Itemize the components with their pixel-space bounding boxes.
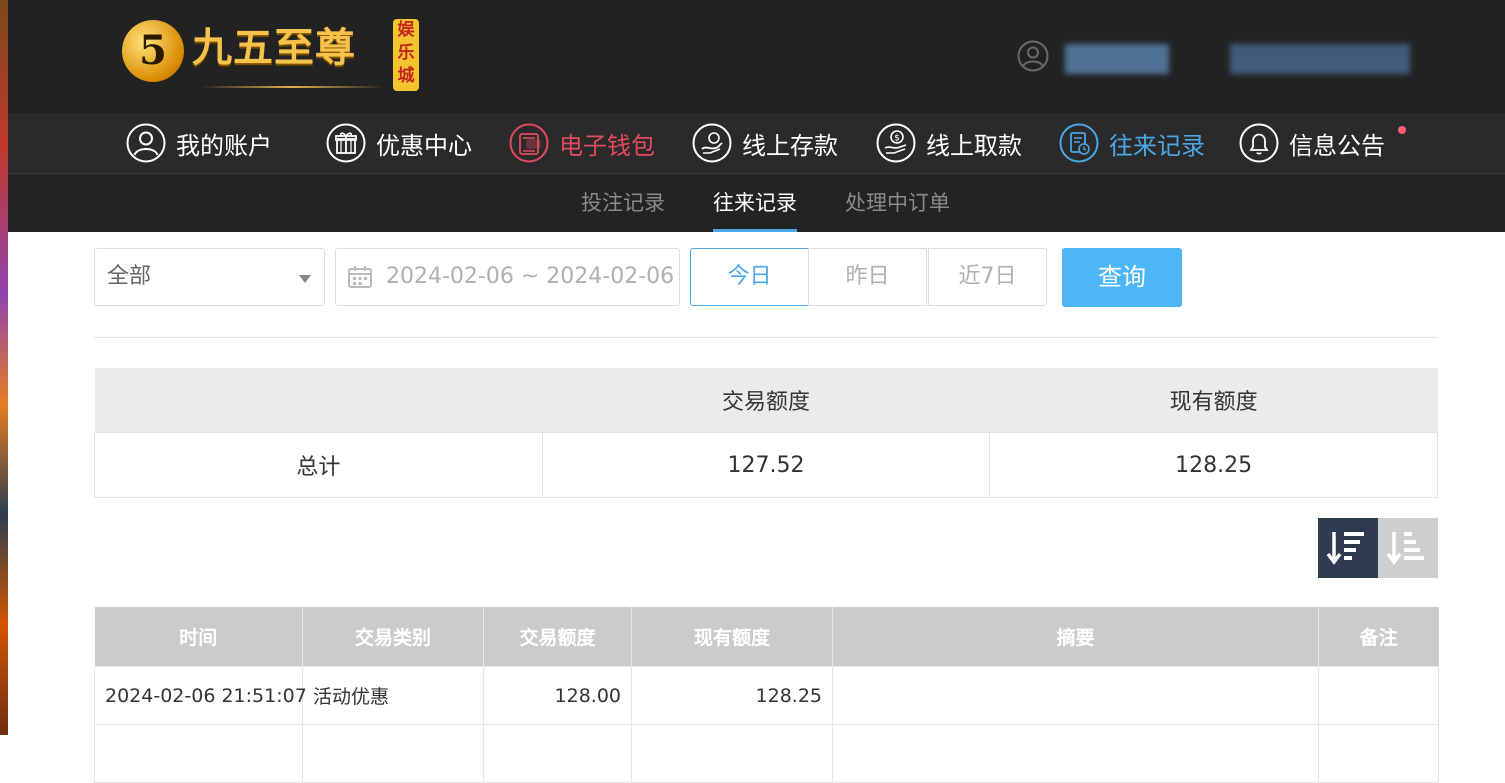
col-summary: 摘要 [832, 607, 1319, 667]
cell-time: 2024-02-06 21:51:07 [94, 666, 307, 725]
cell-empty [94, 724, 303, 783]
divider [94, 337, 1438, 338]
range-today-button[interactable]: 今日 [690, 248, 809, 306]
sort-descending-button[interactable] [1318, 518, 1378, 578]
withdraw-icon: $ [876, 123, 916, 163]
page: 5 九五至尊 娱乐城 我的账户 优惠中心 电子钱包 线上存款 $ 线上取款 往来… [8, 0, 1505, 783]
records-header-row: 时间 交易类别 交易额度 现有额度 摘要 备注 [94, 607, 1439, 667]
main-nav: 我的账户 优惠中心 电子钱包 线上存款 $ 线上取款 往来记录 信息公告 [8, 113, 1505, 174]
wallet-icon [509, 123, 549, 163]
cell-empty [631, 724, 833, 783]
cell-balance: 128.25 [631, 666, 833, 725]
summary-header-balance: 现有额度 [989, 368, 1438, 433]
sub-nav: 投注记录 往来记录 处理中订单 [8, 174, 1505, 232]
chevron-down-icon [299, 275, 311, 283]
nav-online-deposit[interactable]: 线上存款 [692, 121, 838, 165]
sort-toggle [1318, 518, 1438, 578]
cell-empty [1318, 724, 1439, 783]
sort-ascending-icon [1386, 532, 1424, 565]
nav-label: 电子钱包 [559, 131, 655, 160]
range-yesterday-button[interactable]: 昨日 [808, 248, 927, 306]
select-value: 全部 [107, 264, 152, 289]
transaction-type-select[interactable]: 全部 [94, 248, 325, 306]
gift-icon [326, 123, 366, 163]
summary-total-label: 总计 [94, 432, 543, 498]
summary-table: 交易额度 现有额度 总计 127.52 128.25 [94, 368, 1438, 498]
sort-descending-icon [1326, 532, 1364, 565]
notification-dot [1398, 126, 1406, 134]
nav-e-wallet[interactable]: 电子钱包 [509, 121, 655, 165]
logo-badge: 娱乐城 [393, 19, 419, 91]
table-row [94, 724, 1439, 783]
cell-type: 活动优惠 [302, 666, 484, 725]
summary-header-row: 交易额度 现有额度 [94, 368, 1438, 433]
user-icon [126, 123, 166, 163]
tab-pending-orders[interactable]: 处理中订单 [845, 174, 950, 232]
nav-transaction-records[interactable]: 往来记录 [1059, 121, 1205, 165]
nav-announcements[interactable]: 信息公告 [1239, 121, 1385, 165]
nav-label: 我的账户 [176, 131, 272, 160]
cell-summary [832, 666, 1319, 725]
col-note: 备注 [1318, 607, 1439, 667]
col-type: 交易类别 [302, 607, 484, 667]
summary-total-amount: 127.52 [541, 432, 991, 498]
logo-emblem: 5 [122, 20, 184, 82]
records-icon [1059, 123, 1099, 163]
tab-transaction-records[interactable]: 往来记录 [713, 174, 797, 232]
bell-icon [1239, 123, 1279, 163]
cell-empty [483, 724, 632, 783]
query-button[interactable]: 查询 [1062, 248, 1182, 307]
cell-empty [302, 724, 484, 783]
nav-promotions[interactable]: 优惠中心 [326, 121, 472, 165]
summary-total-balance: 128.25 [989, 432, 1438, 498]
cell-empty [832, 724, 1319, 783]
logo-title: 九五至尊 [192, 24, 356, 71]
nav-label: 线上取款 [926, 131, 1022, 160]
logo-ornament [200, 86, 385, 88]
top-header: 5 九五至尊 娱乐城 [8, 0, 1505, 113]
brand-logo[interactable]: 5 九五至尊 娱乐城 [122, 16, 432, 96]
nav-label: 线上存款 [742, 131, 838, 160]
date-range-value: 2024-02-06 ~ 2024-02-06 [386, 264, 675, 289]
summary-row: 总计 127.52 128.25 [94, 432, 1438, 498]
summary-header-amount: 交易额度 [542, 368, 990, 433]
range-7days-button[interactable]: 近7日 [928, 248, 1047, 306]
svg-text:$: $ [894, 134, 900, 144]
account-avatar-icon[interactable] [1017, 40, 1049, 72]
nav-label: 信息公告 [1289, 131, 1385, 160]
cell-amount: 128.00 [483, 666, 632, 725]
col-time: 时间 [94, 607, 303, 667]
records-table: 时间 交易类别 交易额度 现有额度 摘要 备注 2024-02-06 21:51… [94, 607, 1439, 783]
cell-note [1318, 666, 1439, 725]
redacted-username [1065, 44, 1169, 74]
date-range-input[interactable]: 2024-02-06 ~ 2024-02-06 [335, 248, 680, 306]
background-strip [0, 0, 8, 735]
nav-label: 优惠中心 [376, 131, 472, 160]
col-amount: 交易额度 [483, 607, 632, 667]
nav-label: 往来记录 [1109, 131, 1205, 160]
sort-ascending-button[interactable] [1378, 518, 1438, 578]
deposit-icon [692, 123, 732, 163]
nav-online-withdraw[interactable]: $ 线上取款 [876, 121, 1022, 165]
summary-header-blank [94, 368, 543, 433]
tab-bet-records[interactable]: 投注记录 [581, 174, 665, 232]
table-row: 2024-02-06 21:51:07 活动优惠 128.00 128.25 [94, 666, 1439, 725]
col-balance: 现有额度 [631, 607, 833, 667]
redacted-balance [1230, 44, 1410, 74]
nav-my-account[interactable]: 我的账户 [126, 121, 272, 165]
calendar-icon [348, 266, 372, 288]
